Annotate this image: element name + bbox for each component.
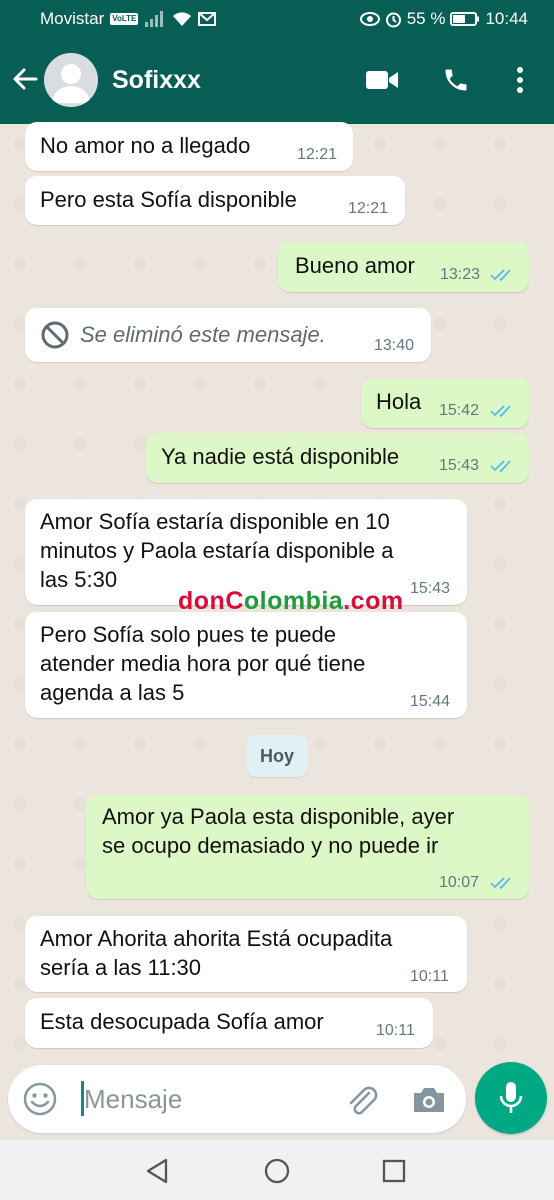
message-text: Se eliminó este mensaje. [80,322,326,347]
wifi-icon [172,11,192,27]
incoming-message[interactable]: Pero esta Sofía disponible 12:21 [25,176,405,225]
status-right: 55 % 10:44 [359,9,528,29]
message-line: se ocupo demasiado y no puede ir [102,833,439,858]
message-line: sería a las 11:30 [40,955,202,980]
watermark-part: donC [178,587,244,615]
watermark-part: olombia [243,587,344,615]
message-input[interactable] [84,1075,334,1123]
more-options-button[interactable] [500,62,540,102]
deleted-message[interactable]: Se eliminó este mensaje. 13:40 [25,308,431,362]
message-text: Pero Sofía solo pues te puede atender me… [40,620,365,707]
message-line: minutos y Paola estaría disponible a [40,538,394,563]
nav-recents-button[interactable] [377,1154,411,1188]
status-left: Movistar VoLTE [40,9,217,29]
message-line: atender media hora por qué tiene [40,651,366,676]
message-time: 12:21 [297,146,338,163]
carrier-name: Movistar [40,9,105,28]
status-bar: Movistar VoLTE 55 % 10:44 [0,0,554,38]
microphone-icon [499,1082,523,1113]
read-receipt-icon [490,268,516,287]
watermark: donColombia.com [178,587,404,616]
read-receipt-icon [490,459,516,478]
camera-button[interactable] [410,1081,448,1119]
contact-name[interactable]: Sofixxx [112,66,201,95]
voice-message-button[interactable] [475,1062,547,1134]
message-time: 15:43 [410,580,451,597]
message-time: 10:07 [439,874,480,891]
message-text: Bueno amor [295,253,415,278]
incoming-message[interactable]: No amor no a llegado 12:21 [25,122,353,171]
nav-home-button[interactable] [260,1154,294,1188]
back-arrow-icon [11,65,39,98]
clock-time: 10:44 [485,9,528,28]
phone-icon [442,66,470,99]
attach-button[interactable] [343,1081,381,1119]
nav-back-button[interactable] [140,1154,174,1188]
video-call-button[interactable] [362,62,402,102]
back-button[interactable] [8,64,42,98]
emoji-button[interactable] [22,1081,58,1117]
message-time: 15:44 [410,693,451,710]
message-time: 12:21 [348,200,389,217]
avatar-icon [44,64,98,107]
message-time: 10:11 [376,1022,415,1039]
outgoing-message[interactable]: Amor ya Paola esta disponible, ayer se o… [86,795,529,899]
incoming-message[interactable]: Amor Ahorita ahorita Está ocupadita serí… [25,916,467,992]
more-vert-icon [516,66,524,99]
outgoing-message[interactable]: Ya nadie está disponible 15:43 [146,433,529,483]
incoming-message[interactable]: Esta desocupada Sofía amor 10:11 [25,998,433,1048]
voice-call-button[interactable] [436,62,476,102]
emoji-icon [23,1082,57,1116]
signal-icon [144,10,166,28]
battery-percent: 55 % [406,9,446,28]
day-separator: Hoy [246,735,308,777]
nav-recents-icon [382,1159,406,1183]
message-line: Pero Sofía solo pues te puede [40,622,336,647]
message-line: Amor Sofía estaría disponible en 10 [40,509,390,534]
read-receipt-icon [490,404,516,423]
message-time: 13:40 [374,337,415,354]
blocked-icon [40,320,70,355]
outgoing-message[interactable]: Hola 15:42 [361,378,529,428]
chat-header: Sofixxx [0,38,554,124]
incoming-message[interactable]: Pero Sofía solo pues te puede atender me… [25,612,467,718]
outgoing-message[interactable]: Bueno amor 13:23 [278,242,529,292]
message-text: Hola [376,389,422,414]
message-composer [8,1065,466,1133]
mail-icon [198,12,217,26]
nav-back-icon [146,1158,168,1184]
paperclip-icon [349,1086,378,1115]
message-text: Pero esta Sofía disponible [40,187,297,212]
video-call-icon [365,68,399,97]
message-text: Amor ya Paola esta disponible, ayer se o… [102,802,454,860]
camera-icon [414,1088,444,1112]
watermark-part: .com [343,587,404,615]
system-nav-bar [0,1140,554,1200]
message-time: 15:42 [439,402,480,419]
alarm-icon [385,11,402,28]
message-text: Amor Ahorita ahorita Está ocupadita serí… [40,924,392,982]
message-text: Ya nadie está disponible [161,444,400,469]
read-receipt-icon [490,876,516,895]
nav-home-icon [264,1158,290,1184]
message-line: Amor Ahorita ahorita Está ocupadita [40,926,393,951]
contact-avatar[interactable] [44,53,98,107]
message-text: No amor no a llegado [40,133,251,158]
battery-icon [450,11,480,27]
message-text: Esta desocupada Sofía amor [40,1009,324,1034]
eye-icon [359,12,380,26]
message-line: agenda a las 5 [40,680,185,705]
network-badge: VoLTE [110,13,139,25]
message-time: 10:11 [410,968,449,985]
message-line: Amor ya Paola esta disponible, ayer [102,804,455,829]
message-text: Amor Sofía estaría disponible en 10 minu… [40,507,393,594]
message-time: 15:43 [439,457,480,474]
message-time: 13:23 [440,266,481,283]
